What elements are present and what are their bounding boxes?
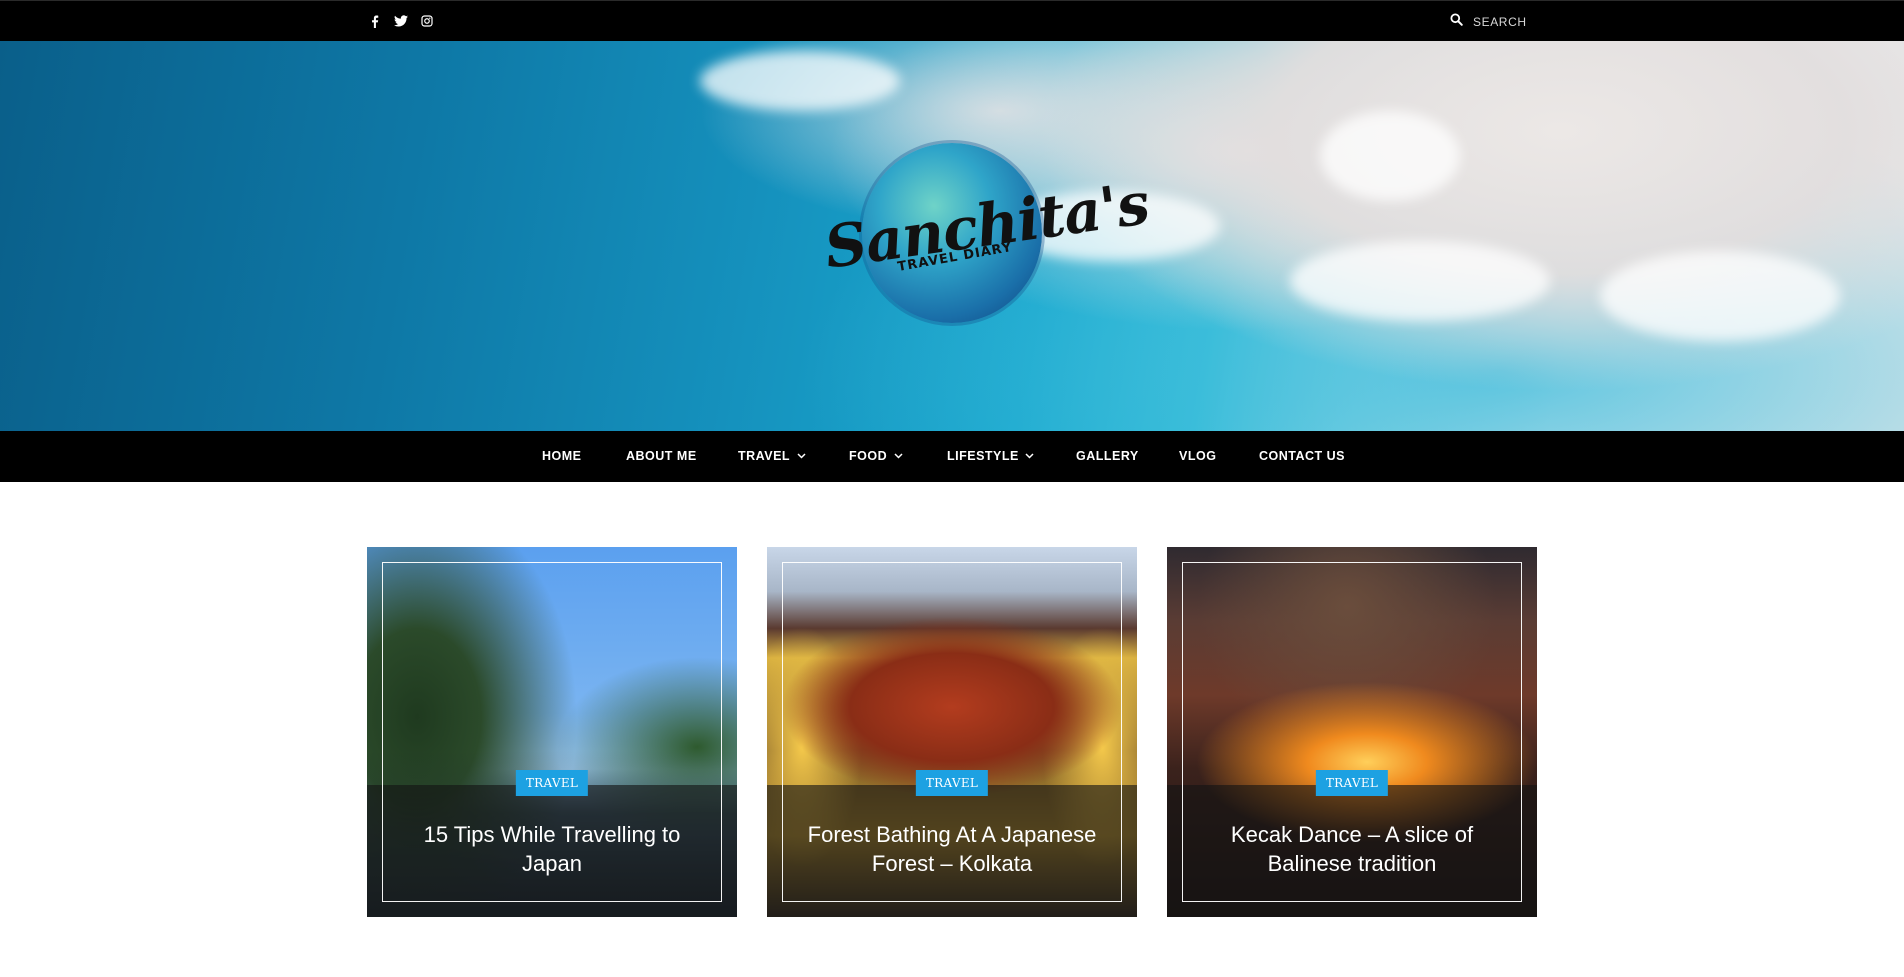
nav-item-label: FOOD [849, 449, 888, 463]
nav-item-about-me[interactable]: ABOUT ME [626, 449, 697, 463]
chevron-down-icon [796, 451, 806, 461]
search-icon [1450, 13, 1463, 31]
nav-item-label: CONTACT US [1259, 449, 1346, 463]
nav-item-label: ABOUT ME [626, 449, 697, 463]
nav-item-label: VLOG [1179, 449, 1217, 463]
chevron-down-icon [893, 451, 903, 461]
wave-foam [1290, 241, 1550, 321]
post-title[interactable]: 15 Tips While Travelling to Japan [397, 820, 707, 878]
nav-item-vlog[interactable]: VLOG [1179, 449, 1216, 463]
social-links [368, 13, 434, 29]
post-title[interactable]: Forest Bathing At A Japanese Forest – Ko… [797, 820, 1107, 878]
main-nav: HOME ABOUT ME TRAVEL FOOD LIFESTYLE GALL… [0, 431, 1904, 482]
nav-item-label: TRAVEL [738, 449, 791, 463]
twitter-icon[interactable] [394, 13, 408, 29]
nav-item-label: HOME [542, 449, 582, 463]
post-card[interactable]: TRAVEL 15 Tips While Travelling to Japan [367, 547, 737, 917]
nav-item-food[interactable]: FOOD [849, 449, 903, 463]
post-card[interactable]: TRAVEL Forest Bathing At A Japanese Fore… [767, 547, 1137, 917]
nav-item-contact-us[interactable]: CONTACT US [1259, 449, 1345, 463]
post-card[interactable]: TRAVEL Kecak Dance – A slice of Balinese… [1167, 547, 1537, 917]
nav-item-label: LIFESTYLE [947, 449, 1019, 463]
nav-item-home[interactable]: HOME [542, 449, 582, 463]
post-category-badge[interactable]: TRAVEL [515, 770, 589, 796]
wave-foam [700, 51, 900, 111]
nav-item-travel[interactable]: TRAVEL [738, 449, 806, 463]
post-category-badge[interactable]: TRAVEL [1315, 770, 1389, 796]
search-button[interactable]: SEARCH [1450, 13, 1527, 31]
nav-item-gallery[interactable]: GALLERY [1076, 449, 1139, 463]
chevron-down-icon [1025, 451, 1035, 461]
wave-foam [1600, 251, 1840, 341]
nav-item-label: GALLERY [1076, 449, 1139, 463]
post-category-badge[interactable]: TRAVEL [915, 770, 989, 796]
top-bar: SEARCH [0, 0, 1904, 41]
search-label: SEARCH [1473, 15, 1527, 29]
facebook-icon[interactable] [368, 13, 382, 29]
instagram-icon[interactable] [420, 13, 434, 29]
post-title[interactable]: Kecak Dance – A slice of Balinese tradit… [1197, 820, 1507, 878]
nav-item-lifestyle[interactable]: LIFESTYLE [947, 449, 1035, 463]
wave-foam [1320, 111, 1460, 201]
